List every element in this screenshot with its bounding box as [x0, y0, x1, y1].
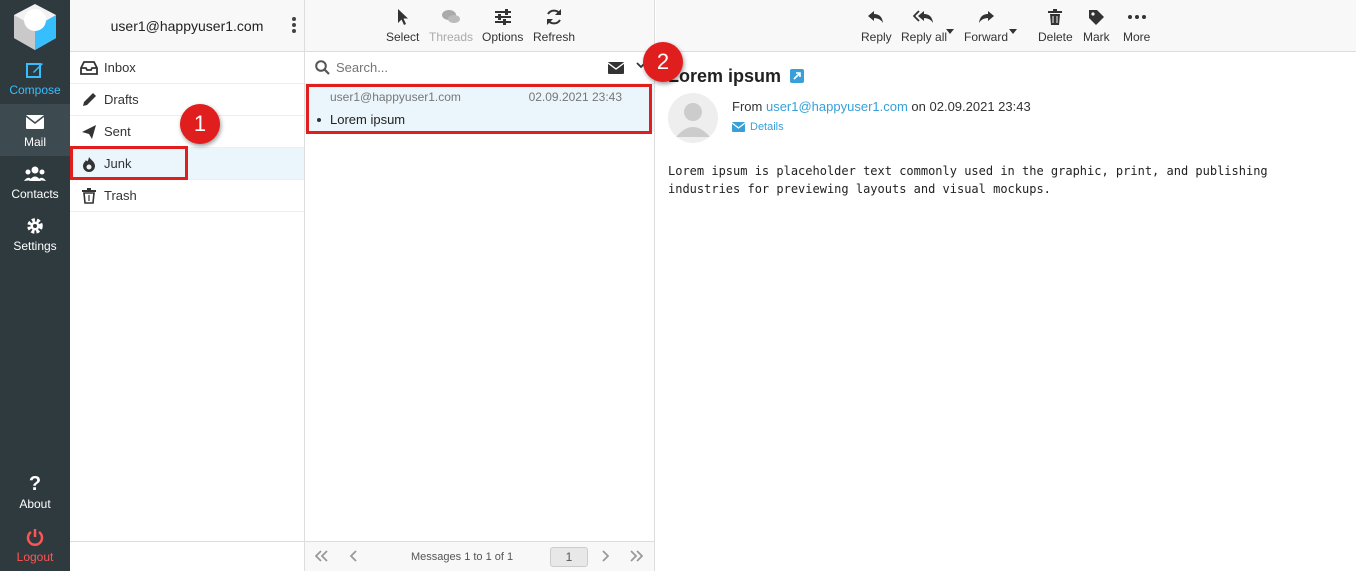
folder-footer [70, 541, 304, 571]
settings-label: Settings [13, 239, 57, 253]
compose-label: Compose [9, 83, 61, 97]
paper-plane-icon [80, 123, 98, 141]
cursor-icon [397, 4, 409, 30]
contacts-label: Contacts [11, 187, 59, 201]
sender-avatar [668, 93, 718, 143]
envelope-icon [732, 122, 745, 132]
trash-icon [1048, 4, 1063, 30]
reply-all-icon [913, 4, 935, 30]
search-icon [315, 60, 330, 75]
message-body: Lorem ipsum is placeholder text commonly… [668, 164, 1268, 196]
folder-label: Drafts [104, 92, 139, 107]
folder-label: Trash [104, 188, 137, 203]
forward-dropdown-icon[interactable] [1009, 22, 1017, 37]
pencil-icon [80, 91, 98, 109]
list-pager: Messages 1 to 1 of 1 1 [305, 541, 654, 571]
forward-icon [977, 4, 995, 30]
users-icon [24, 163, 46, 185]
mail-label: Mail [23, 135, 46, 149]
folder-panel: user1@happyuser1.com Inbox Drafts Sent J… [70, 0, 305, 571]
reader-toolbar: Reply Reply all Forward Delete Mark More [656, 0, 1356, 52]
account-header: user1@happyuser1.com [70, 0, 304, 52]
select-button[interactable]: Select [386, 4, 419, 44]
power-icon [26, 526, 44, 548]
mark-label: Mark [1083, 30, 1110, 44]
mark-button[interactable]: Mark [1083, 4, 1110, 44]
refresh-button[interactable]: Refresh [533, 4, 575, 44]
settings-button[interactable]: Settings [0, 208, 70, 260]
folder-label: Inbox [104, 60, 136, 75]
logout-label: Logout [16, 550, 54, 564]
envelope-icon [26, 111, 44, 133]
junk-highlight-box [70, 146, 188, 180]
search-input[interactable] [336, 60, 596, 75]
threads-label: Threads [429, 30, 474, 44]
comments-icon [441, 4, 461, 30]
reply-all-label: Reply all [901, 30, 948, 44]
message-title: Lorem ipsum [668, 66, 805, 88]
open-external-icon[interactable] [790, 67, 805, 88]
list-toolbar: Select Threads Options Refresh [305, 0, 654, 52]
from-line: From user1@happyuser1.com on 02.09.2021 … [732, 99, 1031, 114]
envelope-filter-icon[interactable] [608, 62, 624, 74]
folder-trash[interactable]: Trash [70, 180, 304, 212]
more-label: More [1123, 30, 1151, 44]
reply-all-dropdown-icon[interactable] [946, 22, 954, 37]
forward-label: Forward [964, 30, 1009, 44]
pager-summary: Messages 1 to 1 of 1 [411, 551, 514, 563]
folder-inbox[interactable]: Inbox [70, 52, 304, 84]
search-bar [305, 52, 654, 84]
sliders-icon [494, 4, 512, 30]
details-link[interactable]: Details [732, 121, 784, 133]
details-label: Details [750, 121, 784, 133]
contacts-button[interactable]: Contacts [0, 156, 70, 208]
more-button[interactable]: More [1123, 4, 1150, 44]
logout-button[interactable]: Logout [0, 519, 70, 571]
tag-icon [1088, 4, 1105, 30]
delete-label: Delete [1038, 30, 1073, 44]
mail-button[interactable]: Mail [0, 104, 70, 156]
options-button[interactable]: Options [482, 4, 523, 44]
forward-button[interactable]: Forward [964, 4, 1008, 44]
page-number-input[interactable]: 1 [550, 547, 588, 567]
refresh-label: Refresh [533, 30, 576, 44]
reply-label: Reply [861, 30, 892, 44]
sender-link[interactable]: user1@happyuser1.com [766, 99, 908, 114]
app-rail: Compose Mail Contacts Settings ? About L… [0, 0, 70, 571]
refresh-icon [545, 4, 563, 30]
question-icon: ? [28, 472, 42, 495]
ellipsis-icon [1127, 4, 1146, 30]
reading-pane: Reply Reply all Forward Delete Mark More… [656, 0, 1356, 571]
about-label: About [19, 497, 51, 511]
folder-label: Sent [104, 124, 131, 139]
about-button[interactable]: ? About [0, 466, 70, 518]
compose-icon [26, 59, 44, 81]
date-text: on 02.09.2021 23:43 [911, 99, 1031, 114]
options-label: Options [482, 30, 524, 44]
annotation-badge-1: 1 [180, 104, 220, 144]
trash-icon [80, 187, 98, 205]
app-logo [0, 0, 70, 52]
message-title-text: Lorem ipsum [668, 66, 782, 86]
last-page-icon[interactable] [629, 550, 644, 565]
annotation-badge-2: 2 [643, 42, 683, 82]
select-label: Select [386, 30, 420, 44]
from-prefix: From [732, 99, 763, 114]
next-page-icon[interactable] [601, 550, 610, 565]
reply-all-button[interactable]: Reply all [901, 4, 947, 44]
account-name: user1@happyuser1.com [110, 17, 264, 34]
threads-button[interactable]: Threads [429, 4, 473, 44]
gear-icon [26, 215, 44, 237]
first-page-icon[interactable] [314, 550, 329, 565]
compose-button[interactable]: Compose [0, 52, 70, 104]
delete-button[interactable]: Delete [1038, 4, 1073, 44]
prev-page-icon[interactable] [349, 550, 358, 565]
reply-icon [867, 4, 885, 30]
inbox-icon [80, 59, 98, 77]
reply-button[interactable]: Reply [861, 4, 892, 44]
account-menu-icon[interactable] [292, 16, 296, 37]
message-highlight-box [306, 84, 652, 134]
